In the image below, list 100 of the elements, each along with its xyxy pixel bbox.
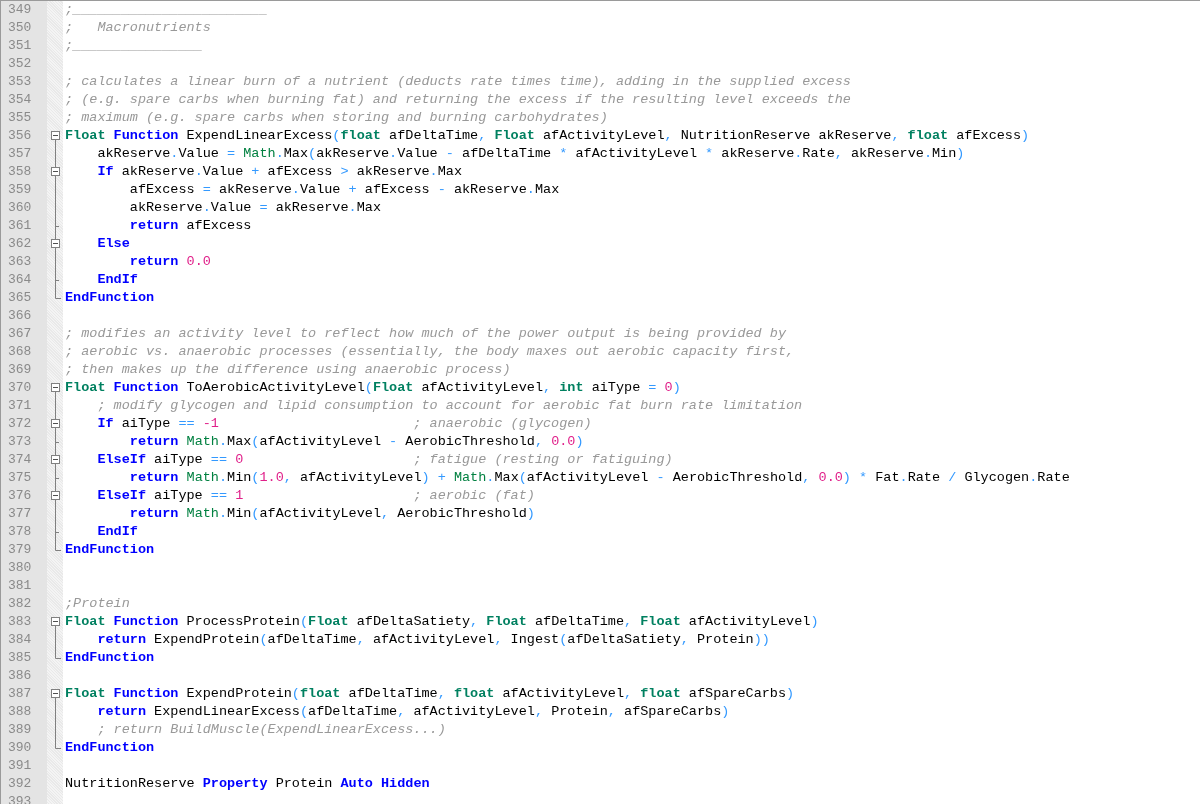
- fold-branch-end: [55, 217, 59, 235]
- fold-end: [55, 541, 61, 551]
- code-line: return 0.0: [128, 253, 211, 271]
- code-line: Float Function ExpendProtein(float afDeltaTime, float afActivityLevel, float afSpareCarbs): [65, 685, 795, 703]
- code-line: Float Function ProcessProtein(Float afDeltaSatiety, Float afDeltaTime, Float afActivityLevel): [65, 613, 819, 631]
- fold-end: [55, 649, 61, 659]
- code-line: EndFunction: [65, 739, 155, 757]
- line-number: 352: [8, 55, 32, 71]
- line-number: 375: [8, 469, 32, 485]
- code-line: ; modifies an activity level to reflect how much of the power output is being provided by: [65, 325, 787, 343]
- line-number: 357: [8, 145, 32, 161]
- code-line: Else: [96, 235, 130, 253]
- fold-line: [55, 397, 56, 415]
- line-number: 389: [8, 721, 32, 737]
- line-number: 360: [8, 199, 32, 215]
- code-line: If akReserve.Value + afExcess > akReserve.Max: [96, 163, 462, 181]
- fold-branch-end: [55, 469, 59, 487]
- code-line: ElseIf aiType == 1 ; aerobic (fat): [96, 487, 535, 505]
- line-number: 372: [8, 415, 32, 431]
- code-line: ElseIf aiType == 0 ; fatigue (resting or fatiguing): [96, 451, 673, 469]
- code-line: ;________________: [65, 37, 203, 55]
- line-number: 388: [8, 703, 32, 719]
- code-line: return ExpendProtein(afDeltaTime, afActivityLevel, Ingest(afDeltaSatiety, Protein)): [96, 631, 770, 649]
- code-line: ;Protein: [65, 595, 130, 613]
- code-line: ; (e.g. spare carbs when burning fat) and returning the excess if the resulting level exceeds the: [65, 91, 851, 109]
- code-line: akReserve.Value = akReserve.Max: [128, 199, 381, 217]
- code-line: EndIf: [96, 271, 138, 289]
- line-number: 358: [8, 163, 32, 179]
- code-line: ; Macronutrients: [65, 19, 211, 37]
- code-line: EndFunction: [65, 649, 155, 667]
- line-number: 373: [8, 433, 32, 449]
- code-line: EndFunction: [65, 289, 155, 307]
- fold-collapse-icon[interactable]: [51, 487, 60, 505]
- line-number: 354: [8, 91, 32, 107]
- fold-line: [55, 253, 56, 271]
- line-number: 349: [8, 1, 32, 17]
- line-number: 380: [8, 559, 32, 575]
- fold-line: [55, 631, 56, 649]
- line-number: 391: [8, 757, 32, 773]
- code-line: Float Function ExpendLinearExcess(float afDeltaTime, Float afActivityLevel, NutritionReserve akReserve, float afExcess): [65, 127, 1030, 145]
- code-line: return Math.Min(1.0, afActivityLevel) + Math.Max(afActivityLevel - AerobicThreshold, 0.0) * Fat.Rate / Glycogen.Rate: [128, 469, 1070, 487]
- line-number: 355: [8, 109, 32, 125]
- line-number: 367: [8, 325, 32, 341]
- line-number: 350: [8, 19, 32, 35]
- line-number: 371: [8, 397, 32, 413]
- line-number: 392: [8, 775, 32, 791]
- code-line: EndIf: [96, 523, 138, 541]
- code-line: ; calculates a linear burn of a nutrient (deducts rate times time), adding in the supplied excess: [65, 73, 851, 91]
- line-number: 378: [8, 523, 32, 539]
- line-number: 387: [8, 685, 32, 701]
- fold-collapse-icon[interactable]: [51, 235, 60, 253]
- fold-end: [55, 739, 61, 749]
- line-number: 390: [8, 739, 32, 755]
- fold-line: [55, 145, 56, 163]
- code-line: Float Function ToAerobicActivityLevel(Float afActivityLevel, int aiType = 0): [65, 379, 681, 397]
- fold-branch-end: [55, 433, 59, 451]
- line-number: 383: [8, 613, 32, 629]
- line-number: 386: [8, 667, 32, 683]
- line-number: 366: [8, 307, 32, 323]
- line-number: 385: [8, 649, 32, 665]
- fold-branch-end: [55, 523, 59, 541]
- line-number: 384: [8, 631, 32, 647]
- line-number: 363: [8, 253, 32, 269]
- line-number: 369: [8, 361, 32, 377]
- code-line: EndFunction: [65, 541, 155, 559]
- code-line: ;________________________: [65, 1, 268, 19]
- line-number: 374: [8, 451, 32, 467]
- line-number: 359: [8, 181, 32, 197]
- fold-end: [55, 289, 61, 299]
- code-line: return ExpendLinearExcess(afDeltaTime, afActivityLevel, Protein, afSpareCarbs): [96, 703, 730, 721]
- line-number: 365: [8, 289, 32, 305]
- code-line: afExcess = akReserve.Value + afExcess - akReserve.Max: [128, 181, 560, 199]
- code-line: NutritionReserve Property Protein Auto Hidden: [65, 775, 430, 793]
- code-line: akReserve.Value = Math.Max(akReserve.Value - afDeltaTime * afActivityLevel * akReserve.Rate, akReserve.Min): [96, 145, 965, 163]
- code-line: return afExcess: [128, 217, 252, 235]
- line-number: 353: [8, 73, 32, 89]
- line-number: 379: [8, 541, 32, 557]
- line-number: 364: [8, 271, 32, 287]
- line-number: 351: [8, 37, 32, 53]
- line-number: 377: [8, 505, 32, 521]
- line-number: 368: [8, 343, 32, 359]
- code-line: ; then makes up the difference using anaerobic process): [65, 361, 511, 379]
- code-line: ; modify glycogen and lipid consumption to account for aerobic fat burn rate limitation: [96, 397, 803, 415]
- line-number: 356: [8, 127, 32, 143]
- fold-collapse-icon[interactable]: [51, 451, 60, 469]
- code-line: ; return BuildMuscle(ExpendLinearExcess...): [96, 721, 446, 739]
- fold-branch-end: [55, 271, 59, 289]
- line-number: 361: [8, 217, 32, 233]
- code-line: return Math.Max(afActivityLevel - AerobicThreshold, 0.0): [128, 433, 584, 451]
- line-number: 382: [8, 595, 32, 611]
- line-number: 376: [8, 487, 32, 503]
- code-line: ; maximum (e.g. spare carbs when storing and burning carbohydrates): [65, 109, 608, 127]
- fold-collapse-icon[interactable]: [51, 163, 60, 181]
- line-number: 381: [8, 577, 32, 593]
- line-number: 362: [8, 235, 32, 251]
- code-line: ; aerobic vs. anaerobic processes (essentially, the body maxes out aerobic capacity first,: [65, 343, 795, 361]
- code-line: return Math.Min(afActivityLevel, AerobicThreshold): [128, 505, 535, 523]
- line-number: 370: [8, 379, 32, 395]
- code-line: If aiType == -1 ; anaerobic (glycogen): [96, 415, 592, 433]
- fold-collapse-icon[interactable]: [51, 415, 60, 433]
